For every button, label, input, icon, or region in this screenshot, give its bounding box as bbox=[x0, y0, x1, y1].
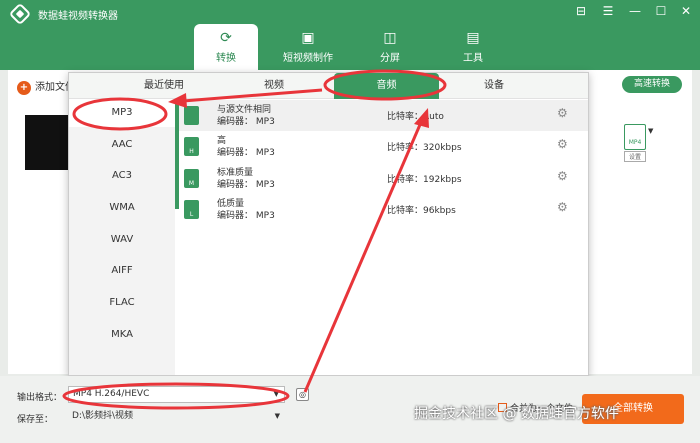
bitrate-label: 比特率： bbox=[387, 175, 424, 185]
encoder-value: MP3 bbox=[255, 211, 275, 221]
format-list: MP3 AAC AC3 WMA WAV AIFF FLAC MKA ⚲ 搜索 bbox=[69, 99, 175, 397]
app-window: 数据蛙视频转换器 ⊟ ☰ — ☐ ✕ ⟳ 转换 ▣ 短视频制作 ◫ 分屏 ▤ 工… bbox=[0, 0, 700, 443]
tab-tools[interactable]: ▤ 工具 bbox=[441, 24, 505, 70]
gear-icon[interactable]: ⚙ bbox=[557, 200, 568, 214]
split-screen-icon: ◫ bbox=[383, 30, 397, 46]
encoder-value: MP3 bbox=[255, 148, 275, 158]
bitrate-value: 192kbps bbox=[423, 175, 462, 185]
encoder-label: 编码器： bbox=[217, 180, 254, 190]
save-path-select[interactable]: D:\影频抖\视频 ▼ bbox=[68, 408, 285, 425]
watermark: 掘金技术社区 @ 数据蛙官方软件 bbox=[414, 406, 619, 422]
app-logo-icon bbox=[8, 2, 32, 26]
preset-bitrate: 比特率：192kbps bbox=[387, 172, 462, 185]
preset-row[interactable]: H 高 编码器： MP3 比特率：320kbps ⚙ bbox=[179, 131, 588, 162]
format-item-aiff[interactable]: AIFF bbox=[69, 257, 175, 285]
close-button[interactable]: ✕ bbox=[678, 4, 694, 18]
output-format-value: MP4 H.264/HEVC bbox=[73, 389, 150, 399]
convert-icon: ⟳ bbox=[220, 30, 232, 46]
audio-file-icon: H bbox=[184, 137, 199, 156]
bitrate-label: 比特率： bbox=[387, 206, 424, 216]
output-format-label: 输出格式： bbox=[17, 393, 63, 403]
preset-bitrate: 比特率：320kbps bbox=[387, 140, 462, 153]
tab-split-screen-label: 分屏 bbox=[380, 53, 400, 64]
audio-file-icon: L bbox=[184, 200, 199, 219]
bitrate-value: 96kbps bbox=[423, 206, 456, 216]
preset-row[interactable]: L 低质量 编码器： MP3 比特率：96kbps ⚙ bbox=[179, 194, 588, 225]
tab-video[interactable]: 视频 bbox=[229, 73, 319, 99]
tab-device[interactable]: 设备 bbox=[449, 73, 539, 99]
preset-bitrate: 比特率：96kbps bbox=[387, 203, 456, 216]
preset-encoder: 编码器： MP3 bbox=[217, 145, 275, 158]
tab-short-video-label: 短视频制作 bbox=[283, 53, 333, 64]
preset-row[interactable]: M 标准质量 编码器： MP3 比特率：192kbps ⚙ bbox=[179, 163, 588, 194]
chevron-down-icon: ▼ bbox=[274, 412, 280, 420]
format-settings-label[interactable]: 设置 bbox=[624, 151, 646, 162]
preset-encoder: 编码器： MP3 bbox=[217, 208, 275, 221]
menu-icon[interactable]: ☰ bbox=[600, 4, 616, 18]
audio-file-icon: M bbox=[184, 169, 199, 188]
bitrate-label: 比特率： bbox=[387, 143, 424, 153]
encoder-label: 编码器： bbox=[217, 117, 254, 127]
tab-convert[interactable]: ⟳ 转换 bbox=[194, 24, 258, 70]
tab-audio[interactable]: 音频 bbox=[334, 73, 439, 99]
output-format-badge[interactable]: MP4 bbox=[624, 124, 646, 150]
format-popup: 最近使用 视频 音频 设备 MP3 AAC AC3 WMA WAV AIFF F… bbox=[68, 72, 589, 397]
output-format-select[interactable]: MP4 H.264/HEVC ▼ bbox=[68, 386, 285, 403]
tab-tools-label: 工具 bbox=[463, 53, 483, 64]
chevron-down-icon: ▼ bbox=[273, 390, 279, 398]
preset-row[interactable]: 与源文件相同 编码器： MP3 比特率：Auto ⚙ bbox=[179, 100, 588, 131]
bitrate-label: 比特率： bbox=[387, 112, 424, 122]
format-item-mp3[interactable]: MP3 bbox=[69, 99, 175, 127]
encoder-value: MP3 bbox=[255, 117, 275, 127]
gear-icon[interactable]: ⚙ bbox=[557, 137, 568, 151]
tab-convert-label: 转换 bbox=[216, 53, 236, 64]
format-item-ac3[interactable]: AC3 bbox=[69, 162, 175, 190]
app-title: 数据蛙视频转换器 bbox=[38, 11, 118, 22]
add-file-button[interactable]: + 添加文件 bbox=[17, 78, 75, 95]
tab-recent[interactable]: 最近使用 bbox=[119, 73, 209, 99]
image-icon: ▣ bbox=[301, 30, 315, 46]
format-item-wma[interactable]: WMA bbox=[69, 194, 175, 222]
preset-encoder: 编码器： MP3 bbox=[217, 177, 275, 190]
save-to-label: 保存至： bbox=[17, 415, 54, 425]
output-settings-icon[interactable]: ◎ bbox=[296, 388, 309, 401]
format-item-aac[interactable]: AAC bbox=[69, 131, 175, 159]
minimize-button[interactable]: — bbox=[627, 4, 643, 18]
gear-icon[interactable]: ⚙ bbox=[557, 169, 568, 183]
gear-icon[interactable]: ⚙ bbox=[557, 106, 568, 120]
feedback-icon[interactable]: ⊟ bbox=[573, 4, 589, 18]
fast-convert-toggle[interactable]: 高速转换 bbox=[622, 76, 682, 93]
preset-bitrate: 比特率：Auto bbox=[387, 109, 444, 122]
plus-icon: + bbox=[17, 81, 31, 95]
audio-file-icon bbox=[184, 106, 199, 125]
preset-encoder: 编码器： MP3 bbox=[217, 114, 275, 127]
format-item-flac[interactable]: FLAC bbox=[69, 289, 175, 317]
toolbox-icon: ▤ bbox=[466, 30, 480, 46]
popup-tabs: 最近使用 视频 音频 设备 bbox=[69, 73, 588, 99]
tab-split-screen[interactable]: ◫ 分屏 bbox=[358, 24, 422, 70]
encoder-label: 编码器： bbox=[217, 211, 254, 221]
maximize-button[interactable]: ☐ bbox=[653, 4, 669, 18]
encoder-label: 编码器： bbox=[217, 148, 254, 158]
format-item-mka[interactable]: MKA bbox=[69, 321, 175, 349]
save-path-value: D:\影频抖\视频 bbox=[72, 411, 134, 421]
bitrate-value: Auto bbox=[423, 112, 444, 122]
title-bar: 数据蛙视频转换器 ⊟ ☰ — ☐ ✕ ⟳ 转换 ▣ 短视频制作 ◫ 分屏 ▤ 工… bbox=[0, 0, 700, 70]
bitrate-value: 320kbps bbox=[423, 143, 462, 153]
chevron-down-icon[interactable]: ▼ bbox=[648, 127, 653, 135]
tab-short-video[interactable]: ▣ 短视频制作 bbox=[276, 24, 340, 70]
format-item-wav[interactable]: WAV bbox=[69, 226, 175, 254]
encoder-value: MP3 bbox=[255, 180, 275, 190]
